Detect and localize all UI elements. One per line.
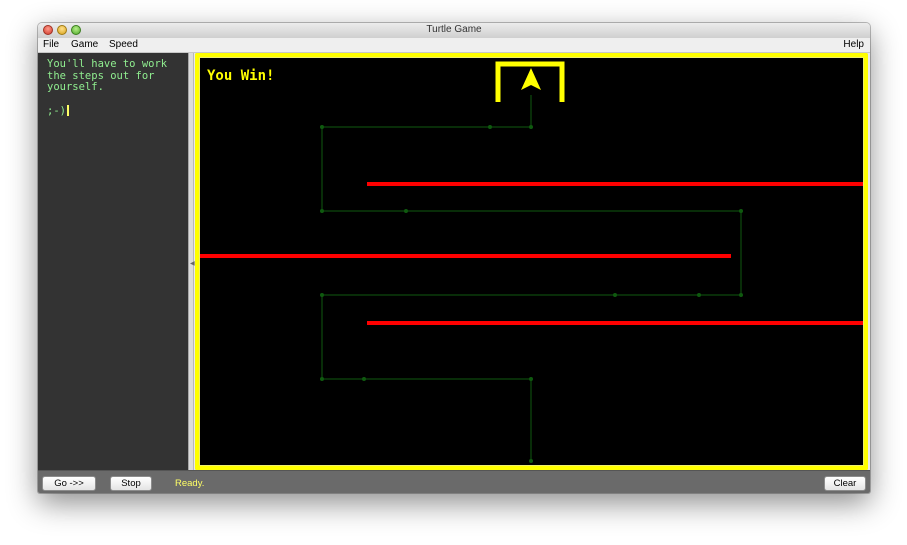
trail-point [697,293,701,297]
stop-button[interactable]: Stop [110,476,152,491]
trail-point [320,125,324,129]
splitter-grip-icon: ◀ [190,261,195,267]
trail-point [404,209,408,213]
trail-point [362,377,366,381]
trail-point [529,377,533,381]
status-message: Ready. [175,478,205,489]
clear-button[interactable]: Clear [824,476,866,491]
menu-bar: File Game Speed Help [38,38,870,53]
window-title: Turtle Game [426,24,482,35]
trail-point [739,293,743,297]
trail-point [488,125,492,129]
status-bar: Go ->> Stop Ready. Clear [38,470,870,493]
trail-point [320,293,324,297]
trail-point [739,209,743,213]
game-stage: You Win! [195,53,868,470]
win-message: You Win! [207,68,274,84]
trail-point [529,459,533,463]
turtle-game-window: Turtle Game File Game Speed Help You'll … [38,23,870,493]
game-canvas: You Win! [195,53,868,470]
menu-speed[interactable]: Speed [109,39,138,50]
trail-point [529,125,533,129]
pane-splitter[interactable]: ◀ [188,53,195,470]
menu-game[interactable]: Game [71,39,98,50]
trail-point [320,209,324,213]
code-text: You'll have to work the steps out for yo… [47,58,168,117]
code-editor[interactable]: You'll have to work the steps out for yo… [38,53,188,470]
go-button[interactable]: Go ->> [42,476,96,491]
text-cursor [66,105,69,116]
menu-help[interactable]: Help [843,39,864,50]
menu-file[interactable]: File [43,39,59,50]
trail-point [320,377,324,381]
trail-point [613,293,617,297]
title-bar: Turtle Game [38,23,870,39]
